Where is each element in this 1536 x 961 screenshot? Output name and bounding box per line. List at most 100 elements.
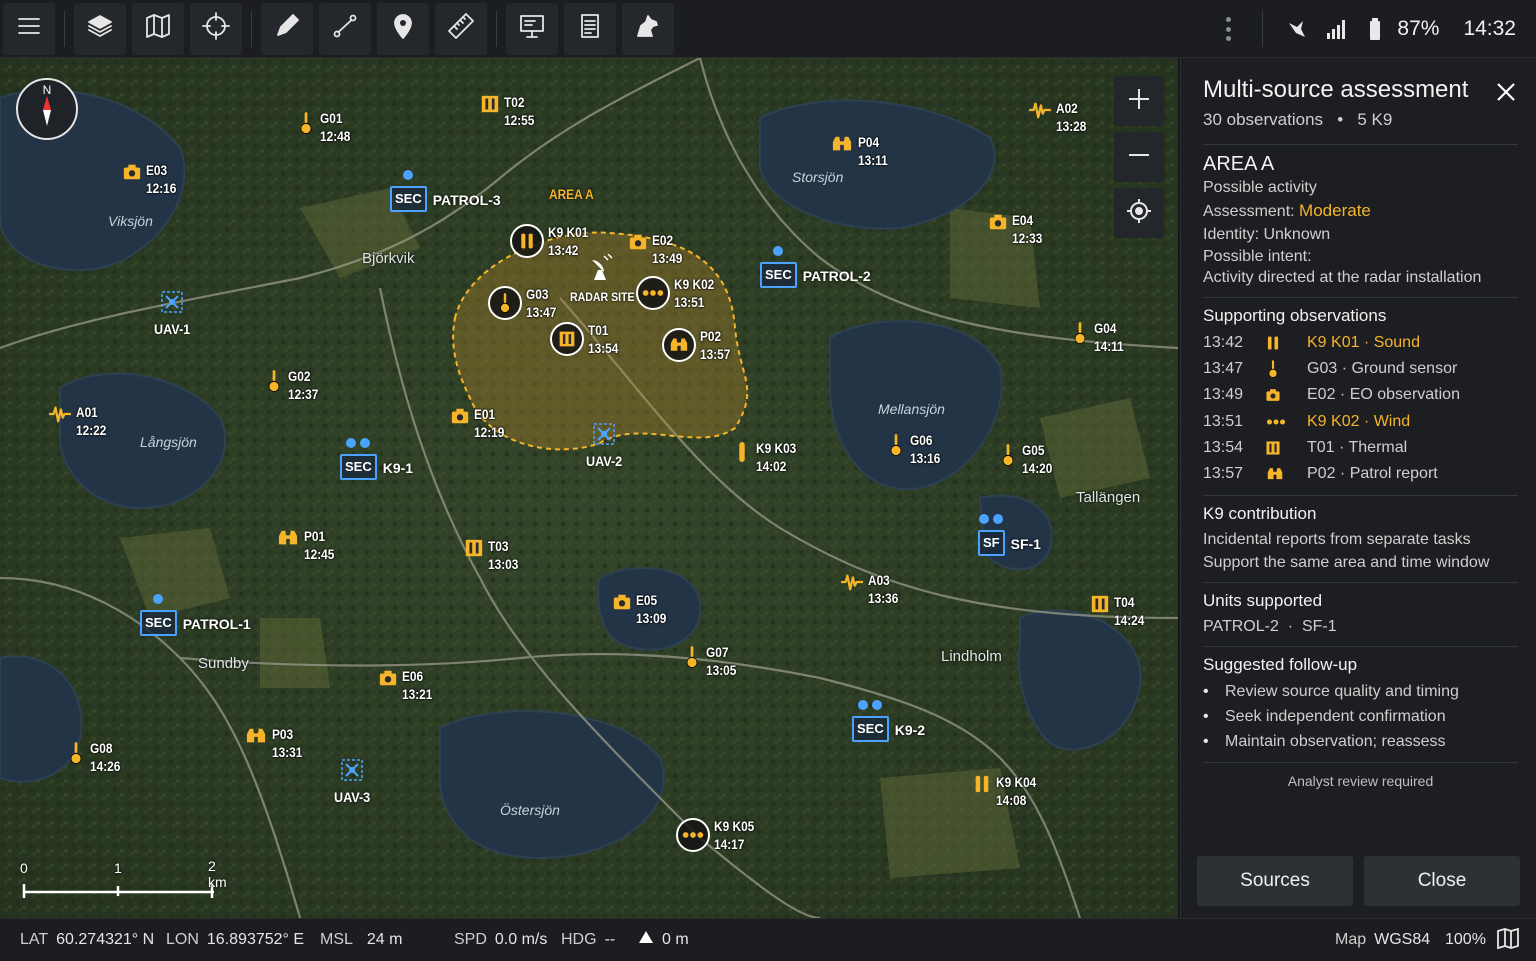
marker-id: E04 xyxy=(1012,213,1034,228)
observation-marker[interactable]: P04 13:11 xyxy=(830,134,892,170)
report-button[interactable] xyxy=(564,2,616,55)
observation-marker[interactable]: E04 12:33 xyxy=(988,212,1047,248)
observation-row[interactable]: 13:51 K9 K02 · Wind xyxy=(1203,409,1518,435)
observation-marker[interactable]: K9 K03 14:02 xyxy=(732,440,802,476)
acoustic-icon xyxy=(840,572,864,592)
map-book-icon[interactable] xyxy=(1496,927,1520,955)
marker-id: K9 K04 xyxy=(996,775,1037,790)
presentation-button[interactable] xyxy=(506,2,558,55)
observation-time: 13:49 xyxy=(1203,386,1244,404)
menu-button[interactable] xyxy=(3,2,55,55)
marker-time: 13:11 xyxy=(858,153,888,168)
compass[interactable]: N xyxy=(16,78,78,140)
panel-close-button[interactable] xyxy=(1494,80,1518,104)
map-button[interactable] xyxy=(132,2,184,55)
marker-label: T04 14:24 xyxy=(1114,594,1144,630)
observation-marker[interactable]: K9 K02 13:51 xyxy=(636,276,720,312)
area-name: AREA A xyxy=(1203,153,1275,175)
camera-icon xyxy=(988,212,1008,232)
k9-button[interactable] xyxy=(622,2,674,55)
assessment-panel: Multi-source assessment 30 observations … xyxy=(1180,58,1536,918)
uav-marker[interactable]: UAV-3 xyxy=(332,756,372,805)
marker-id: P03 xyxy=(272,727,294,742)
unit-marker[interactable]: SEC PATROL-2 xyxy=(760,244,871,288)
zoom-out-button[interactable] xyxy=(1114,132,1164,182)
observation-marker[interactable]: P02 13:57 xyxy=(662,328,735,364)
marker-time: 13:09 xyxy=(636,611,667,626)
unit-marker[interactable]: SEC K9-1 xyxy=(340,436,413,480)
sound-icon xyxy=(1265,335,1307,351)
close-button[interactable]: Close xyxy=(1364,856,1520,906)
marker-label: G03 13:47 xyxy=(526,286,556,322)
sources-button[interactable]: Sources xyxy=(1197,856,1353,906)
observation-row[interactable]: 13:42 K9 K01 · Sound xyxy=(1203,330,1518,356)
lake-label: Östersjön xyxy=(500,802,560,818)
marker-time: 13:16 xyxy=(910,451,941,466)
assessment-label: Assessment: xyxy=(1203,203,1295,220)
place-label: Lindholm xyxy=(941,648,1002,665)
bottom-status-bar: LAT 60.274321° N LON 16.893752° E MSL 24 m … xyxy=(0,918,1536,961)
observation-marker[interactable]: E02 13:49 xyxy=(628,232,687,268)
observation-marker[interactable]: K9 K04 14:08 xyxy=(972,774,1042,810)
observation-marker[interactable]: G04 14:11 xyxy=(1070,320,1128,356)
observation-marker[interactable]: G05 14:20 xyxy=(998,442,1057,478)
observation-row[interactable]: 13:57 P02 · Patrol report xyxy=(1203,461,1518,487)
uav-marker[interactable]: UAV-2 xyxy=(584,420,624,469)
marker-label: K9 K05 14:17 xyxy=(714,818,754,854)
map-view[interactable]: Viksjön Storsjön Långsjön Mellansjön Öst… xyxy=(0,58,1178,918)
unit-marker[interactable]: SEC K9-2 xyxy=(852,698,925,742)
uav-marker[interactable]: UAV-1 xyxy=(152,288,192,337)
observation-marker[interactable]: G02 12:37 xyxy=(264,368,323,404)
observation-marker[interactable]: P03 13:31 xyxy=(244,726,307,762)
observation-marker[interactable]: K9 K05 14:17 xyxy=(676,818,760,854)
marker-label: P03 13:31 xyxy=(272,726,302,762)
crosshair-button[interactable] xyxy=(190,2,242,55)
sound-icon xyxy=(972,774,992,794)
ruler-button[interactable] xyxy=(435,2,487,55)
observation-marker[interactable]: T01 13:54 xyxy=(550,322,623,358)
observation-row[interactable]: 13:47 G03 · Ground sensor xyxy=(1203,356,1518,382)
units-section: Units supported PATROL-2 · SF-1 xyxy=(1203,583,1518,648)
observation-marker[interactable]: G06 13:16 xyxy=(886,432,945,468)
unit-marker[interactable]: SF SF-1 xyxy=(978,512,1041,556)
observation-row[interactable]: 13:49 E02 · EO observation xyxy=(1203,382,1518,408)
observation-marker[interactable]: T02 12:55 xyxy=(480,94,539,130)
observation-marker[interactable]: K9 K01 13:42 xyxy=(510,224,594,260)
pin-button[interactable] xyxy=(377,2,429,55)
observation-marker[interactable]: E05 13:09 xyxy=(612,592,671,628)
units-value: PATROL-2 · SF-1 xyxy=(1203,618,1337,636)
observation-marker[interactable]: G03 13:47 xyxy=(488,286,561,322)
wind-icon xyxy=(676,818,710,852)
observation-marker[interactable]: T04 14:24 xyxy=(1090,594,1149,630)
observation-marker[interactable]: A01 12:22 xyxy=(48,404,111,440)
observation-marker[interactable]: E01 12:19 xyxy=(450,406,509,442)
binoculars-icon xyxy=(662,328,696,362)
draw-button[interactable] xyxy=(261,2,313,55)
layers-button[interactable] xyxy=(74,2,126,55)
observation-marker[interactable]: E03 12:16 xyxy=(122,162,181,198)
marker-label: G07 13:05 xyxy=(706,644,736,680)
observation-marker[interactable]: G08 14:26 xyxy=(66,740,125,776)
observation-marker[interactable]: E06 13:21 xyxy=(378,668,437,704)
map-icon xyxy=(143,11,173,46)
thermal-icon xyxy=(480,94,500,114)
observation-marker[interactable]: T03 13:03 xyxy=(464,538,523,574)
observation-marker[interactable]: G01 12:48 xyxy=(296,110,355,146)
unit-marker[interactable]: SEC PATROL-1 xyxy=(140,592,251,636)
locate-button[interactable] xyxy=(1114,188,1164,238)
zoom-in-button[interactable] xyxy=(1114,76,1164,126)
marker-label: E01 12:19 xyxy=(474,406,504,442)
observation-marker[interactable]: A02 13:28 xyxy=(1028,100,1091,136)
route-button[interactable] xyxy=(319,2,371,55)
unit-marker[interactable]: SEC PATROL-3 xyxy=(390,168,501,212)
observation-row[interactable]: 13:54 T01 · Thermal xyxy=(1203,435,1518,461)
observation-marker[interactable]: G07 13:05 xyxy=(682,644,741,680)
observation-marker[interactable]: A03 13:36 xyxy=(840,572,903,608)
marker-time: 14:11 xyxy=(1094,339,1124,354)
unit-size-icon xyxy=(772,244,784,262)
more-options-icon[interactable] xyxy=(1226,17,1232,41)
uav-label: UAV-1 xyxy=(154,321,191,337)
marker-label: G02 12:37 xyxy=(288,368,318,404)
observation-marker[interactable]: P01 12:45 xyxy=(276,528,339,564)
supporting-list: 13:42 K9 K01 · Sound 13:47 G03 · Ground sen… xyxy=(1203,330,1518,487)
